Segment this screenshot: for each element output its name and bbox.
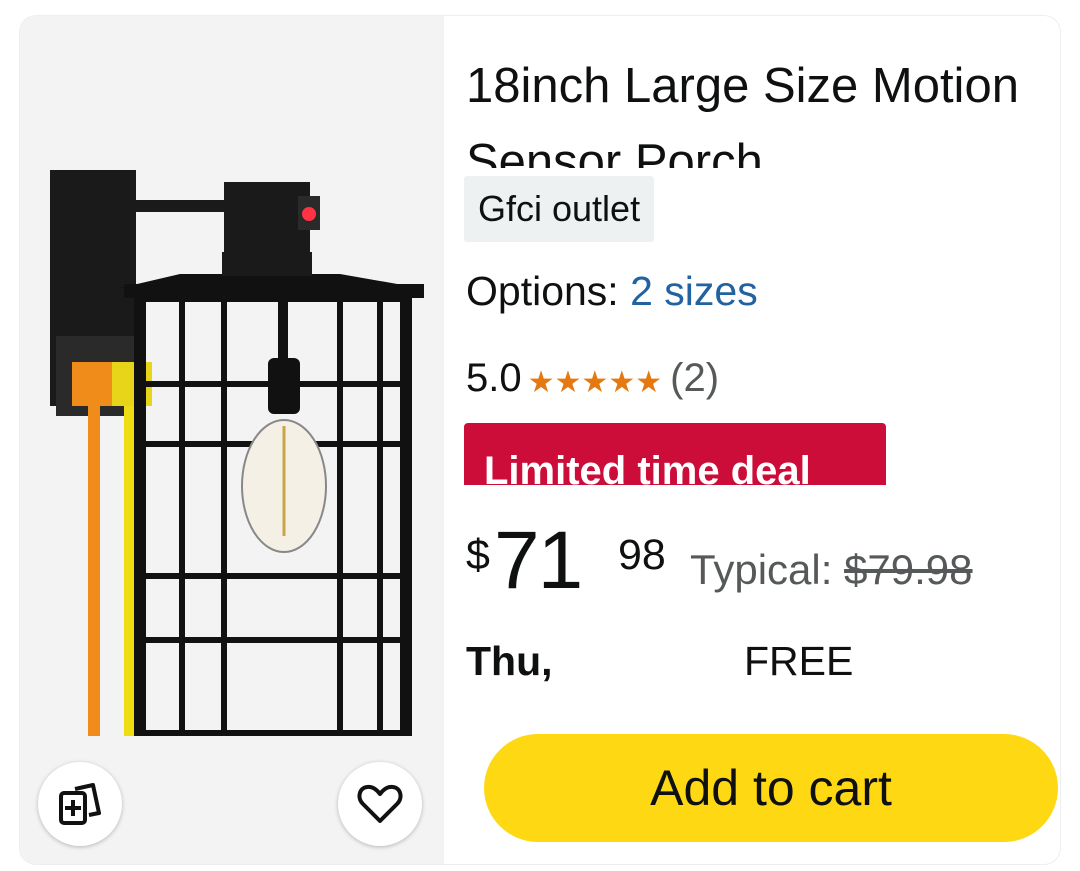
star-icon: ★ bbox=[635, 365, 663, 399]
price-fraction: 98 bbox=[618, 531, 666, 579]
deal-label: Limited time deal bbox=[484, 449, 811, 485]
product-title[interactable]: 18inch Large Size Motion Sensor Porch bbox=[466, 48, 1026, 168]
star-icon: ★ bbox=[581, 365, 609, 399]
options-row: Options: 2 sizes bbox=[466, 268, 758, 315]
product-card[interactable]: 18inch Large Size Motion Sensor Porch Gf… bbox=[20, 16, 1060, 864]
options-label: Options: bbox=[466, 268, 619, 314]
deal-badge: Limited time deal bbox=[464, 423, 886, 485]
add-to-cart-button[interactable]: Add to cart bbox=[484, 734, 1058, 842]
favorite-button[interactable] bbox=[338, 762, 422, 846]
star-icon: ★ bbox=[554, 365, 582, 399]
review-count: (2) bbox=[670, 356, 720, 400]
typical-label: Typical: bbox=[690, 546, 833, 593]
price-currency: $ bbox=[466, 531, 490, 579]
product-image[interactable] bbox=[40, 156, 430, 736]
star-icon: ★ bbox=[527, 365, 555, 399]
options-link[interactable]: 2 sizes bbox=[630, 268, 758, 314]
star-rating: ★ ★ ★ ★ ★ bbox=[527, 365, 663, 399]
price-whole: 71 bbox=[494, 515, 583, 606]
feature-tag: Gfci outlet bbox=[464, 176, 655, 242]
delivery-day: Thu, bbox=[466, 638, 553, 684]
rating-value: 5.0 bbox=[466, 356, 522, 400]
delivery-free: FREE bbox=[744, 638, 854, 684]
price-row: $ 71 98 Typical: $79.98 bbox=[464, 515, 1060, 606]
product-details: 18inch Large Size Motion Sensor Porch Gf… bbox=[464, 16, 1060, 864]
product-image-pane[interactable] bbox=[20, 16, 444, 864]
star-icon: ★ bbox=[608, 365, 636, 399]
typical-price: Typical: $79.98 bbox=[690, 546, 973, 594]
add-to-list-button[interactable] bbox=[38, 762, 122, 846]
typical-price-value: $79.98 bbox=[844, 546, 973, 593]
rating-row[interactable]: 5.0 ★ ★ ★ ★ ★ (2) bbox=[466, 356, 719, 401]
add-to-list-icon bbox=[59, 783, 101, 825]
heart-icon bbox=[357, 784, 403, 823]
delivery-row: Thu, FREE bbox=[466, 638, 853, 685]
